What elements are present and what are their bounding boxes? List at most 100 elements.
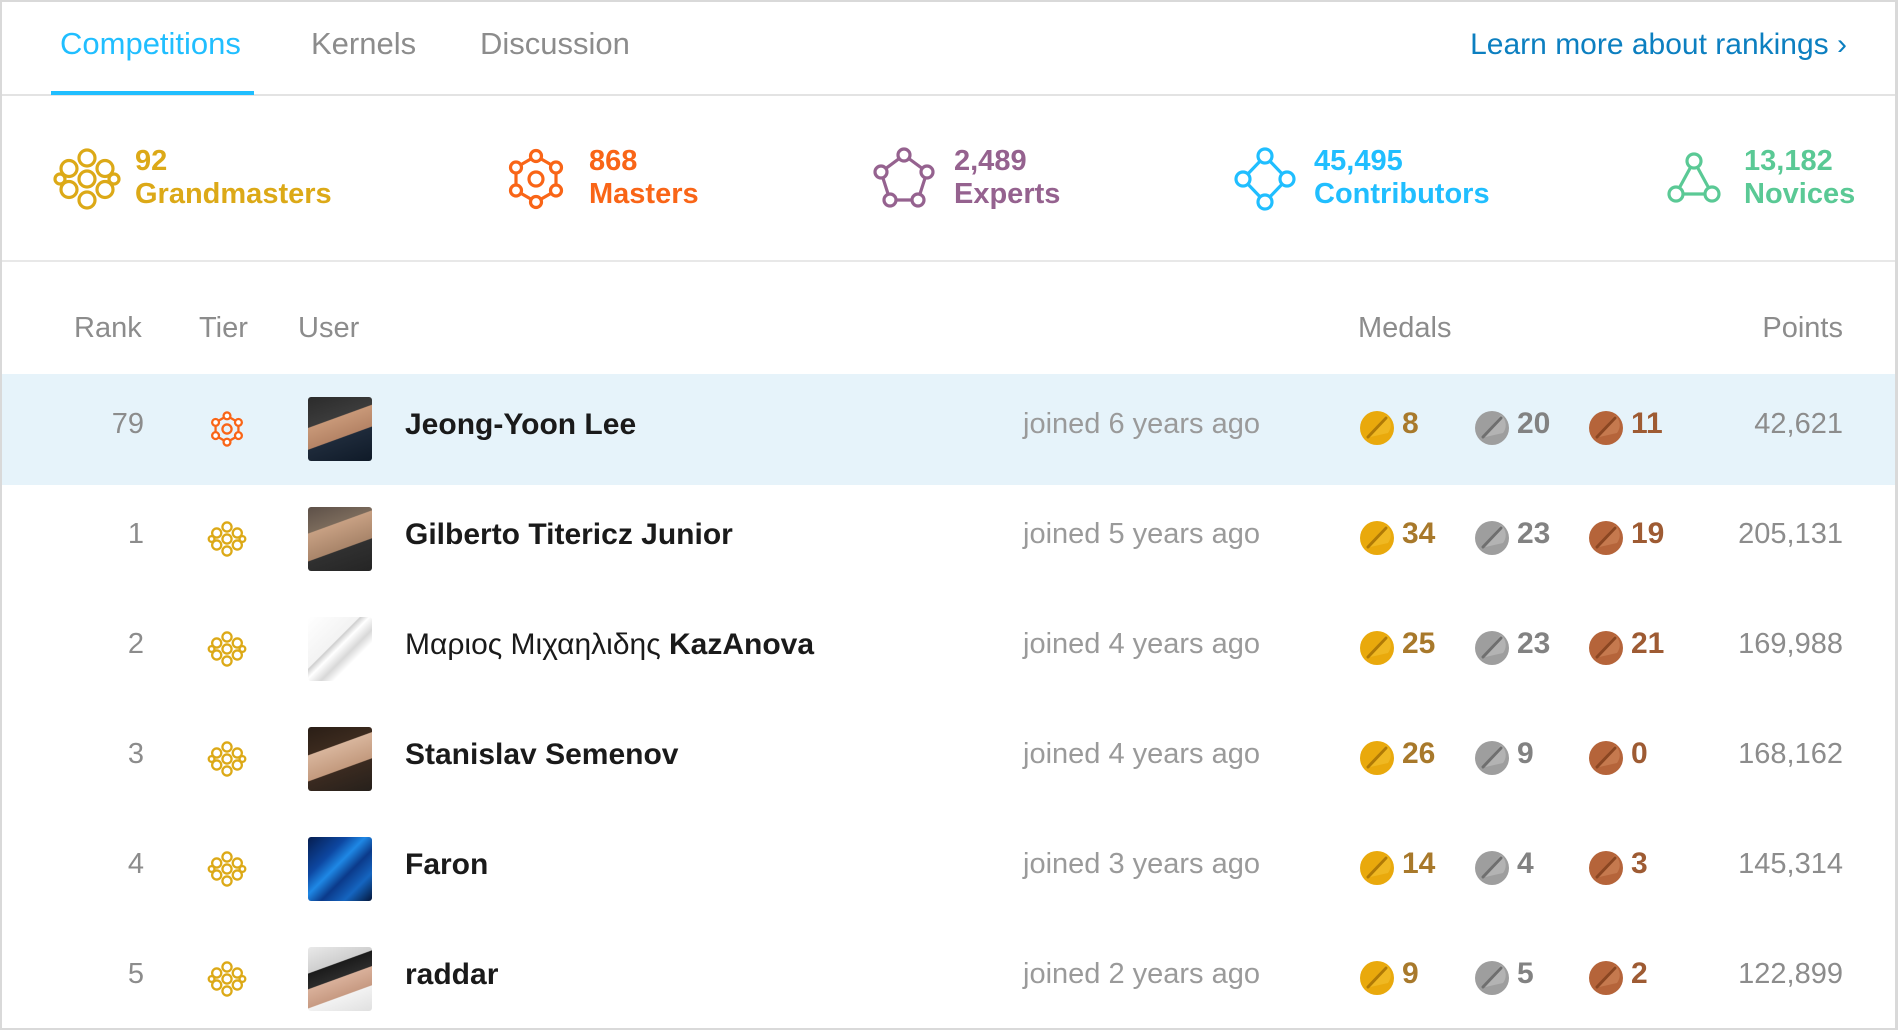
tier-count: 2,489 [954,145,1027,177]
table-row[interactable]: 4 Faron joined 3 years ago 14 4 3 145,314 [2,814,1895,925]
bronze-medal-value: 3 [1631,847,1648,880]
tier-count: 45,495 [1314,145,1403,177]
avatar[interactable] [308,947,372,1011]
user-name[interactable]: Μαριος Μιχαηλιδης KazAnova [405,628,814,662]
table-row[interactable]: 3 Stanislav Semenov joined 4 years ago 26 9 0… [2,704,1895,815]
tier-badge [207,629,247,674]
ranking-tabs: Competitions Kernels Discussion Learn mo… [2,2,1895,96]
gold-medal-icon [1360,411,1394,445]
user-name[interactable]: Faron [405,848,488,882]
silver-medal-icon [1475,741,1509,775]
silver-medal-value: 23 [1517,627,1551,660]
tab-competitions[interactable]: Competitions [60,26,241,62]
gold-medal-icon [1360,851,1394,885]
learn-more-rankings-link[interactable]: Learn more about rankings › [1470,28,1847,62]
bronze-medal-value: 19 [1631,517,1665,550]
avatar[interactable] [308,617,372,681]
tier-badge [207,409,247,454]
gold-medal-value: 8 [1402,407,1419,440]
tier-badge [207,849,247,894]
column-rank: Rank [74,312,142,344]
grandmaster-icon [53,148,121,210]
joined-date: joined 6 years ago [1023,408,1260,440]
points-value: 145,314 [1738,848,1843,880]
rank-value: 79 [111,408,144,440]
table-row[interactable]: 2 Μαριος Μιχαηλιδης KazAnova joined 4 year… [2,594,1895,705]
column-tier: Tier [199,312,248,344]
rank-value: 3 [127,738,144,770]
tier-badge [207,739,247,784]
silver-medal-icon [1475,961,1509,995]
rank-value: 5 [127,958,144,990]
user-name[interactable]: Jeong-Yoon Lee [405,408,636,442]
gold-medal-icon [1360,961,1394,995]
user-handle: raddar [405,958,499,991]
table-row[interactable]: 5 raddar joined 2 years ago 9 5 2 122,899 [2,924,1895,1035]
grandmaster-tier-icon [207,851,247,887]
silver-medal-icon [1475,521,1509,555]
master-tier-icon [211,411,243,447]
tier-badge [207,959,247,1004]
points-value: 122,899 [1738,958,1843,990]
grandmaster-tier-icon [207,741,247,777]
joined-date: joined 4 years ago [1023,628,1260,660]
contributor-icon [1234,147,1296,211]
expert-icon [873,147,935,208]
user-handle: Stanislav Semenov [405,738,679,771]
points-value: 42,621 [1754,408,1843,440]
table-row[interactable]: 79 Jeong-Yoon Lee joined 6 years ago 8 20 11 4… [2,374,1895,485]
gold-medal-value: 26 [1402,737,1436,770]
silver-medal-value: 9 [1517,737,1534,770]
table-header: Rank Tier User Medals Points [2,312,1895,352]
tab-kernels[interactable]: Kernels [311,26,416,62]
rank-value: 2 [127,628,144,660]
tier-label: Contributors [1314,178,1490,210]
user-handle: KazAnova [669,628,815,661]
silver-medal-value: 4 [1517,847,1534,880]
joined-date: joined 3 years ago [1023,848,1260,880]
gold-medal-icon [1360,631,1394,665]
avatar[interactable] [308,507,372,571]
tier-count: 92 [135,145,168,177]
joined-date: joined 2 years ago [1023,958,1260,990]
user-name[interactable]: Stanislav Semenov [405,738,678,772]
gold-medal-icon [1360,521,1394,555]
user-name[interactable]: Gilberto Titericz Junior [405,518,733,552]
tier-label: Grandmasters [135,178,332,210]
avatar[interactable] [308,837,372,901]
bronze-medal-icon [1589,961,1623,995]
table-row[interactable]: 1 Gilberto Titericz Junior joined 5 years … [2,484,1895,595]
bronze-medal-value: 2 [1631,957,1648,990]
joined-date: joined 4 years ago [1023,738,1260,770]
grandmaster-tier-icon [207,961,247,997]
silver-medal-value: 23 [1517,517,1551,550]
tier-count: 868 [589,145,638,177]
user-display-name: Μαριος Μιχαηλιδης [405,628,670,661]
avatar[interactable] [308,397,372,461]
column-points: Points [1762,312,1843,344]
tier-label: Experts [954,178,1061,210]
points-value: 205,131 [1738,518,1843,550]
user-handle: Jeong-Yoon Lee [405,408,637,441]
gold-medal-value: 9 [1402,957,1419,990]
bronze-medal-icon [1589,741,1623,775]
tier-badge [207,519,247,564]
gold-medal-icon [1360,741,1394,775]
silver-medal-value: 20 [1517,407,1551,440]
column-user: User [298,312,360,344]
master-icon [508,148,564,210]
user-name[interactable]: raddar [405,958,498,992]
grandmaster-tier-icon [207,631,247,667]
novice-icon [1667,152,1721,203]
silver-medal-value: 5 [1517,957,1534,990]
bronze-medal-icon [1589,851,1623,885]
grandmaster-tier-icon [207,521,247,557]
bronze-medal-icon [1589,631,1623,665]
tier-label: Novices [1744,178,1856,210]
bronze-medal-value: 0 [1631,737,1648,770]
tab-discussion[interactable]: Discussion [480,26,630,62]
tier-count: 13,182 [1744,145,1833,177]
silver-medal-icon [1475,851,1509,885]
avatar[interactable] [308,727,372,791]
bronze-medal-icon [1589,521,1623,555]
